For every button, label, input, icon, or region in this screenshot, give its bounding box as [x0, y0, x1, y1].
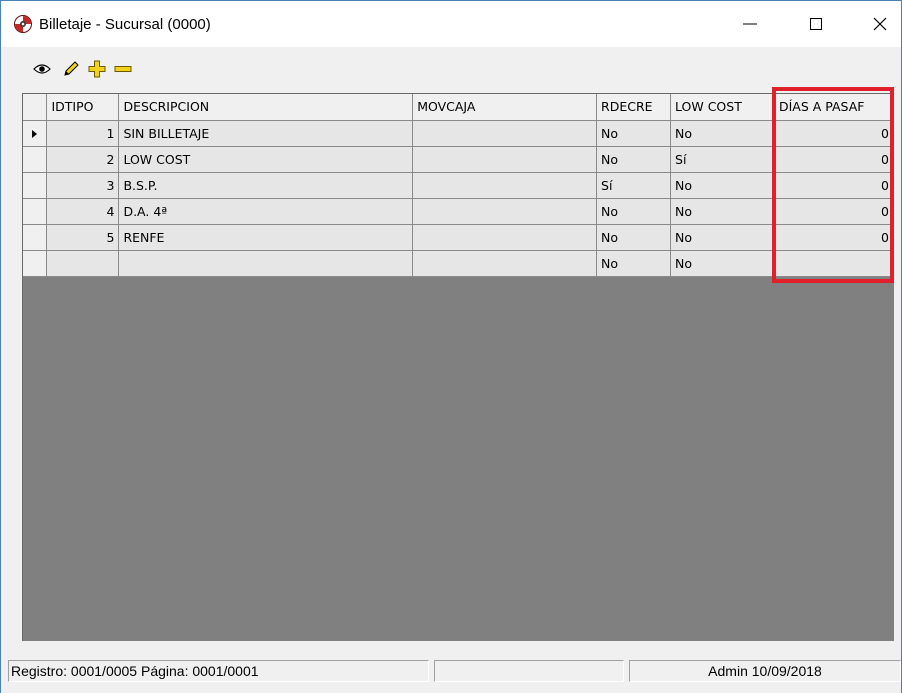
table-row[interactable]: 5 RENFE No No 0 [23, 224, 895, 251]
delete-button[interactable] [113, 59, 133, 79]
row-indicator[interactable] [23, 224, 48, 251]
title-bar[interactable]: Billetaje - Sucursal (0000) [1, 1, 901, 47]
plus-icon [88, 60, 106, 78]
cell-descripcion[interactable]: SIN BILLETAJE [118, 120, 414, 147]
row-indicator[interactable] [23, 250, 48, 277]
data-grid[interactable]: IDTIPO DESCRIPCION MOVCAJA RDECRE LOW CO… [22, 93, 895, 641]
column-header-rdecre[interactable]: RDECRE [596, 94, 672, 121]
cell-rdecre[interactable]: No [596, 198, 672, 225]
status-record-panel: Registro: 0001/0005 Página: 0001/0001 [8, 660, 429, 682]
cell-movcaja[interactable] [412, 146, 598, 173]
cell-low-cost[interactable]: No [670, 120, 775, 147]
table-row[interactable]: 1 SIN BILLETAJE No No 0 [23, 120, 895, 147]
column-header-descripcion[interactable]: DESCRIPCION [118, 94, 414, 121]
eye-icon [33, 64, 51, 74]
cell-low-cost[interactable]: No [670, 224, 775, 251]
cell-descripcion[interactable]: LOW COST [118, 146, 414, 173]
cell-rdecre[interactable]: No [596, 146, 672, 173]
minus-icon [114, 66, 132, 72]
cell-descripcion[interactable]: B.S.P. [118, 172, 414, 199]
row-indicator[interactable] [23, 146, 48, 173]
grid-header-row: IDTIPO DESCRIPCION MOVCAJA RDECRE LOW CO… [23, 94, 895, 121]
table-row-new[interactable]: No No [23, 250, 895, 277]
cell-idtipo[interactable]: 3 [46, 172, 120, 199]
row-indicator[interactable] [23, 172, 48, 199]
cell-low-cost[interactable]: No [670, 250, 775, 277]
cell-movcaja[interactable] [412, 250, 598, 277]
table-row[interactable]: 2 LOW COST No Sí 0 [23, 146, 895, 173]
highlight-box [772, 87, 894, 283]
close-button[interactable] [857, 1, 902, 47]
row-indicator[interactable] [23, 198, 48, 225]
column-header-low-cost[interactable]: LOW COST [670, 94, 775, 121]
status-bar: Registro: 0001/0005 Página: 0001/0001 Ad… [1, 655, 901, 693]
app-logo-icon [14, 15, 32, 33]
column-header-idtipo[interactable]: IDTIPO [46, 94, 120, 121]
minimize-icon [743, 23, 757, 25]
window-title: Billetaje - Sucursal (0000) [39, 16, 211, 33]
edit-button[interactable] [61, 59, 81, 79]
close-icon [873, 17, 887, 31]
minimize-button[interactable] [727, 1, 773, 47]
view-button[interactable] [32, 59, 52, 79]
table-row[interactable]: 3 B.S.P. Sí No 0 [23, 172, 895, 199]
cell-rdecre[interactable]: Sí [596, 172, 672, 199]
cell-idtipo[interactable]: 2 [46, 146, 120, 173]
cell-movcaja[interactable] [412, 198, 598, 225]
maximize-button[interactable] [793, 1, 839, 47]
cell-rdecre[interactable]: No [596, 120, 672, 147]
cell-descripcion[interactable]: RENFE [118, 224, 414, 251]
current-row-arrow-icon [32, 130, 38, 138]
cell-low-cost[interactable]: Sí [670, 146, 775, 173]
cell-idtipo[interactable] [46, 250, 120, 277]
cell-descripcion[interactable]: D.A. 4ª [118, 198, 414, 225]
cell-movcaja[interactable] [412, 224, 598, 251]
grid-table: IDTIPO DESCRIPCION MOVCAJA RDECRE LOW CO… [23, 94, 895, 277]
cell-low-cost[interactable]: No [670, 198, 775, 225]
table-row[interactable]: 4 D.A. 4ª No No 0 [23, 198, 895, 225]
status-middle-panel [434, 660, 624, 682]
add-button[interactable] [87, 59, 107, 79]
toolbar [1, 47, 901, 91]
row-indicator-header [23, 94, 48, 121]
column-header-movcaja[interactable]: MOVCAJA [412, 94, 598, 121]
cell-rdecre[interactable]: No [596, 250, 672, 277]
cell-idtipo[interactable]: 1 [46, 120, 120, 147]
cell-movcaja[interactable] [412, 172, 598, 199]
cell-idtipo[interactable]: 4 [46, 198, 120, 225]
cell-low-cost[interactable]: No [670, 172, 775, 199]
app-window: Billetaje - Sucursal (0000) IDTIPO DESCR… [0, 0, 902, 693]
cell-descripcion[interactable] [118, 250, 414, 277]
cell-movcaja[interactable] [412, 120, 598, 147]
maximize-icon [810, 18, 822, 30]
status-user-date-panel: Admin 10/09/2018 [629, 660, 901, 682]
cell-idtipo[interactable]: 5 [46, 224, 120, 251]
cell-rdecre[interactable]: No [596, 224, 672, 251]
pencil-icon [64, 61, 79, 76]
row-indicator[interactable] [23, 120, 48, 147]
